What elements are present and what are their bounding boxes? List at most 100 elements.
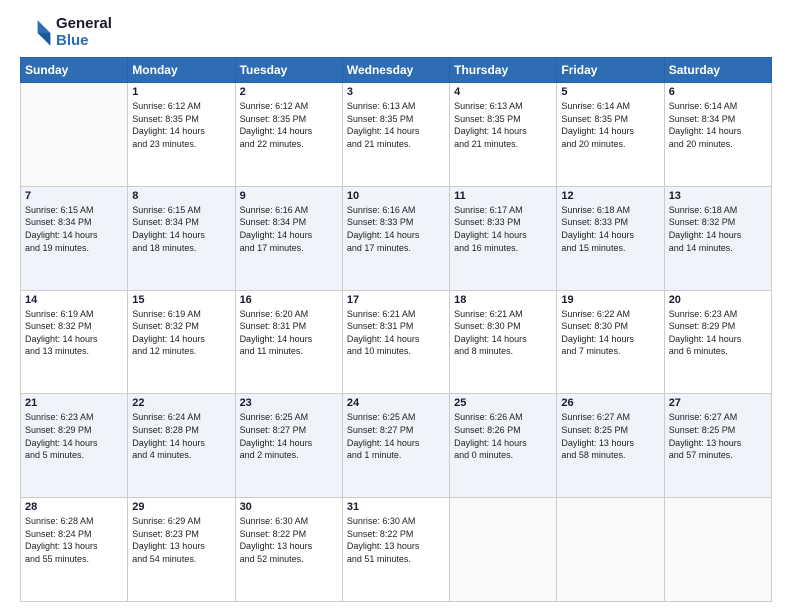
day-number: 26 — [561, 397, 659, 409]
calendar-cell: 3 Sunrise: 6:13 AM Sunset: 8:35 PM Daylig… — [342, 83, 449, 187]
calendar-cell: 2 Sunrise: 6:12 AM Sunset: 8:35 PM Daylig… — [235, 83, 342, 187]
calendar-row-3: 14 Sunrise: 6:19 AM Sunset: 8:32 PM Dayli… — [21, 290, 772, 394]
calendar-cell: 6 Sunrise: 6:14 AM Sunset: 8:34 PM Daylig… — [664, 83, 771, 187]
calendar-cell: 11Sunrise: 6:17 AM Sunset: 8:33 PM Dayli… — [450, 186, 557, 290]
day-header-saturday: Saturday — [664, 58, 771, 83]
day-header-tuesday: Tuesday — [235, 58, 342, 83]
calendar-cell: 27Sunrise: 6:27 AM Sunset: 8:25 PM Dayli… — [664, 394, 771, 498]
calendar-cell: 26 Sunrise: 6:27 AM Sunset: 8:25 PM Dayli… — [557, 394, 664, 498]
day-number: 16 — [240, 294, 338, 306]
header: General Blue — [20, 16, 772, 49]
calendar-cell: 7Sunrise: 6:15 AM Sunset: 8:34 PM Daylig… — [21, 186, 128, 290]
cell-info: Sunrise: 6:21 AM Sunset: 8:30 PM Dayligh… — [454, 308, 552, 358]
page: General Blue SundayMondayTuesdayWednesda… — [0, 0, 792, 612]
calendar-row-5: 28Sunrise: 6:28 AM Sunset: 8:24 PM Dayli… — [21, 498, 772, 602]
cell-info: Sunrise: 6:12 AM Sunset: 8:35 PM Dayligh… — [132, 100, 230, 150]
day-number: 14 — [25, 294, 123, 306]
calendar-cell: 29 Sunrise: 6:29 AM Sunset: 8:23 PM Dayli… — [128, 498, 235, 602]
day-number: 1 — [132, 86, 230, 98]
day-number: 20 — [669, 294, 767, 306]
cell-info: Sunrise: 6:27 AM Sunset: 8:25 PM Dayligh… — [561, 411, 659, 461]
calendar-cell: 14 Sunrise: 6:19 AM Sunset: 8:32 PM Dayli… — [21, 290, 128, 394]
day-number: 15 — [132, 294, 230, 306]
logo: General Blue — [20, 16, 112, 49]
day-number: 24 — [347, 397, 445, 409]
day-number: 29 — [132, 501, 230, 513]
calendar-cell: 8 Sunrise: 6:15 AM Sunset: 8:34 PM Daylig… — [128, 186, 235, 290]
calendar-cell: 9Sunrise: 6:16 AM Sunset: 8:34 PM Daylig… — [235, 186, 342, 290]
day-number: 12 — [561, 190, 659, 202]
cell-info: Sunrise: 6:14 AM Sunset: 8:35 PM Dayligh… — [561, 100, 659, 150]
day-number: 2 — [240, 86, 338, 98]
day-number: 8 — [132, 190, 230, 202]
cell-info: Sunrise: 6:15 AM Sunset: 8:34 PM Dayligh… — [25, 204, 123, 254]
cell-info: Sunrise: 6:30 AM Sunset: 8:22 PM Dayligh… — [347, 515, 445, 565]
day-number: 31 — [347, 501, 445, 513]
cell-info: Sunrise: 6:23 AM Sunset: 8:29 PM Dayligh… — [669, 308, 767, 358]
calendar-cell: 1 Sunrise: 6:12 AM Sunset: 8:35 PM Daylig… — [128, 83, 235, 187]
calendar-cell: 20 Sunrise: 6:23 AM Sunset: 8:29 PM Dayli… — [664, 290, 771, 394]
day-number: 25 — [454, 397, 552, 409]
calendar-cell: 12 Sunrise: 6:18 AM Sunset: 8:33 PM Dayli… — [557, 186, 664, 290]
calendar-cell — [557, 498, 664, 602]
calendar-row-1: 1 Sunrise: 6:12 AM Sunset: 8:35 PM Daylig… — [21, 83, 772, 187]
cell-info: Sunrise: 6:14 AM Sunset: 8:34 PM Dayligh… — [669, 100, 767, 150]
cell-info: Sunrise: 6:26 AM Sunset: 8:26 PM Dayligh… — [454, 411, 552, 461]
cell-info: Sunrise: 6:19 AM Sunset: 8:32 PM Dayligh… — [25, 308, 123, 358]
day-number: 19 — [561, 294, 659, 306]
cell-info: Sunrise: 6:12 AM Sunset: 8:35 PM Dayligh… — [240, 100, 338, 150]
cell-info: Sunrise: 6:22 AM Sunset: 8:30 PM Dayligh… — [561, 308, 659, 358]
day-header-friday: Friday — [557, 58, 664, 83]
day-number: 6 — [669, 86, 767, 98]
day-number: 22 — [132, 397, 230, 409]
day-header-monday: Monday — [128, 58, 235, 83]
cell-info: Sunrise: 6:25 AM Sunset: 8:27 PM Dayligh… — [240, 411, 338, 461]
day-number: 4 — [454, 86, 552, 98]
cell-info: Sunrise: 6:18 AM Sunset: 8:32 PM Dayligh… — [669, 204, 767, 254]
day-header-sunday: Sunday — [21, 58, 128, 83]
day-number: 28 — [25, 501, 123, 513]
calendar-cell: 28Sunrise: 6:28 AM Sunset: 8:24 PM Dayli… — [21, 498, 128, 602]
calendar-cell: 5 Sunrise: 6:14 AM Sunset: 8:35 PM Daylig… — [557, 83, 664, 187]
day-number: 3 — [347, 86, 445, 98]
day-number: 9 — [240, 190, 338, 202]
calendar-cell: 4 Sunrise: 6:13 AM Sunset: 8:35 PM Daylig… — [450, 83, 557, 187]
calendar-cell: 22 Sunrise: 6:24 AM Sunset: 8:28 PM Dayli… — [128, 394, 235, 498]
day-number: 23 — [240, 397, 338, 409]
cell-info: Sunrise: 6:24 AM Sunset: 8:28 PM Dayligh… — [132, 411, 230, 461]
calendar-cell — [664, 498, 771, 602]
day-number: 17 — [347, 294, 445, 306]
day-number: 21 — [25, 397, 123, 409]
day-number: 13 — [669, 190, 767, 202]
calendar-table: SundayMondayTuesdayWednesdayThursdayFrid… — [20, 57, 772, 602]
calendar-cell: 24 Sunrise: 6:25 AM Sunset: 8:27 PM Dayli… — [342, 394, 449, 498]
cell-info: Sunrise: 6:19 AM Sunset: 8:32 PM Dayligh… — [132, 308, 230, 358]
cell-info: Sunrise: 6:29 AM Sunset: 8:23 PM Dayligh… — [132, 515, 230, 565]
calendar-cell — [450, 498, 557, 602]
cell-info: Sunrise: 6:21 AM Sunset: 8:31 PM Dayligh… — [347, 308, 445, 358]
calendar-cell — [21, 83, 128, 187]
calendar-row-4: 21 Sunrise: 6:23 AM Sunset: 8:29 PM Dayli… — [21, 394, 772, 498]
cell-info: Sunrise: 6:16 AM Sunset: 8:33 PM Dayligh… — [347, 204, 445, 254]
calendar-row-2: 7Sunrise: 6:15 AM Sunset: 8:34 PM Daylig… — [21, 186, 772, 290]
cell-info: Sunrise: 6:13 AM Sunset: 8:35 PM Dayligh… — [454, 100, 552, 150]
day-number: 30 — [240, 501, 338, 513]
calendar-cell: 17 Sunrise: 6:21 AM Sunset: 8:31 PM Dayli… — [342, 290, 449, 394]
cell-info: Sunrise: 6:18 AM Sunset: 8:33 PM Dayligh… — [561, 204, 659, 254]
day-number: 18 — [454, 294, 552, 306]
day-header-thursday: Thursday — [450, 58, 557, 83]
calendar-cell: 21 Sunrise: 6:23 AM Sunset: 8:29 PM Dayli… — [21, 394, 128, 498]
logo-line2: Blue — [56, 33, 112, 50]
day-number: 5 — [561, 86, 659, 98]
calendar-cell: 30Sunrise: 6:30 AM Sunset: 8:22 PM Dayli… — [235, 498, 342, 602]
day-number: 10 — [347, 190, 445, 202]
calendar-header-row: SundayMondayTuesdayWednesdayThursdayFrid… — [21, 58, 772, 83]
cell-info: Sunrise: 6:27 AM Sunset: 8:25 PM Dayligh… — [669, 411, 767, 461]
calendar-cell: 23 Sunrise: 6:25 AM Sunset: 8:27 PM Dayli… — [235, 394, 342, 498]
cell-info: Sunrise: 6:13 AM Sunset: 8:35 PM Dayligh… — [347, 100, 445, 150]
cell-info: Sunrise: 6:25 AM Sunset: 8:27 PM Dayligh… — [347, 411, 445, 461]
cell-info: Sunrise: 6:23 AM Sunset: 8:29 PM Dayligh… — [25, 411, 123, 461]
cell-info: Sunrise: 6:15 AM Sunset: 8:34 PM Dayligh… — [132, 204, 230, 254]
calendar-cell: 25 Sunrise: 6:26 AM Sunset: 8:26 PM Dayli… — [450, 394, 557, 498]
calendar-cell: 31 Sunrise: 6:30 AM Sunset: 8:22 PM Dayli… — [342, 498, 449, 602]
